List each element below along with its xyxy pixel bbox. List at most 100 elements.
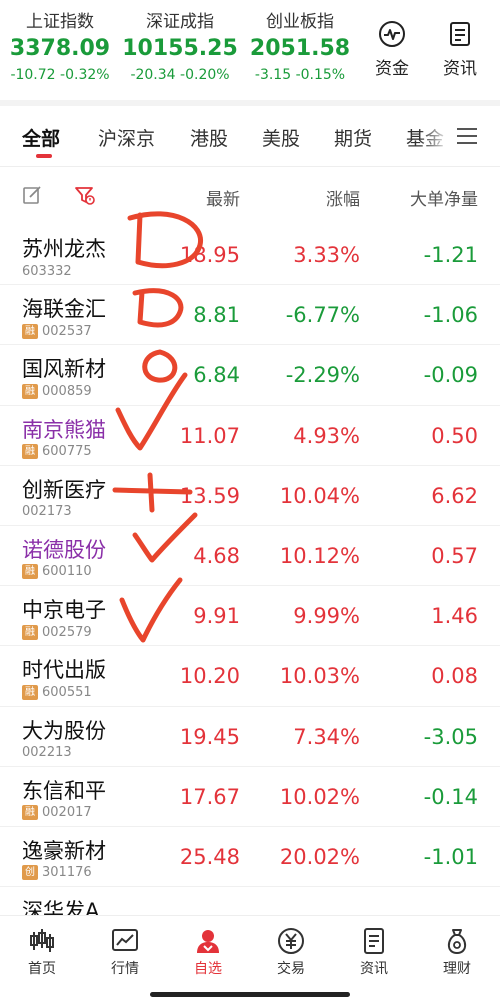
pulse-icon [379, 21, 405, 47]
stock-code: 002173 [22, 504, 72, 520]
tab-all[interactable]: 全部 [22, 124, 60, 151]
stock-row[interactable]: 创新医疗 002173 13.59 10.04% 6.62 [0, 466, 500, 526]
col-net-volume[interactable]: 大单净量 [410, 185, 478, 210]
stock-price: 4.68 [193, 543, 240, 568]
tab-hushenjing[interactable]: 沪深京 [98, 124, 155, 151]
stock-name: 深华发A [22, 899, 100, 915]
index-chinext[interactable]: 创业板指 2051.58 -3.15 -0.15% [240, 10, 360, 86]
stock-price: 11.07 [179, 423, 240, 448]
margin-tag: 融 [22, 624, 38, 640]
stock-price: 17.67 [179, 784, 240, 809]
col-latest[interactable]: 最新 [206, 185, 240, 210]
nav-home[interactable]: 首页 [2, 926, 82, 978]
person-icon [197, 930, 219, 953]
index-change: -20.34 -0.20% [130, 67, 230, 83]
stock-row[interactable]: 国风新材融 000859 6.84 -2.29% -0.09 [0, 345, 500, 406]
stock-row[interactable]: 海联金汇融 002537 8.81 -6.77% -1.06 [0, 285, 500, 346]
stock-name: 时代出版 [22, 658, 106, 683]
nav-wealth[interactable]: 理财 [417, 926, 497, 978]
stock-name: 中京电子 [22, 598, 106, 623]
stock-net-volume: -1.06 [423, 303, 478, 328]
stock-change: 4.93% [293, 423, 360, 448]
stock-code-wrap: 融 002579 [22, 624, 92, 640]
nav-label: 理财 [443, 961, 471, 977]
stock-change: 3.33% [293, 243, 360, 267]
stock-change: 9.99% [293, 604, 360, 629]
stock-row[interactable]: 逸豪新材创 301176 25.48 20.02% -1.01 [0, 827, 500, 888]
stock-change: -2.29% [285, 363, 360, 388]
stock-code-wrap: 603332 [22, 263, 72, 279]
index-name: 上证指数 [26, 12, 94, 32]
menu-icon[interactable] [455, 126, 479, 146]
stock-name: 国风新材 [22, 357, 106, 382]
stock-row[interactable]: 诺德股份融 600110 4.68 10.12% 0.57 [0, 526, 500, 587]
news-button[interactable]: 资讯 [430, 20, 490, 79]
index-shanghai[interactable]: 上证指数 3378.09 -10.72 -0.32% [0, 10, 120, 86]
stock-row[interactable]: 中京电子融 002579 9.91 9.99% 1.46 [0, 586, 500, 647]
index-name: 深证成指 [146, 12, 214, 32]
stock-change: 10.02% [279, 784, 360, 809]
index-shenzhen[interactable]: 深证成指 10155.25 -20.34 -0.20% [120, 10, 240, 86]
nav-news[interactable]: 资讯 [334, 926, 414, 978]
stock-row[interactable]: 大为股份 002213 19.45 7.34% -3.05 [0, 707, 500, 767]
stock-price: 25.48 [179, 844, 240, 869]
stock-net-volume: -0.09 [423, 363, 478, 388]
col-change[interactable]: 涨幅 [326, 185, 360, 210]
index-name: 创业板指 [266, 12, 334, 32]
nav-trade[interactable]: 交易 [251, 926, 331, 978]
funds-button[interactable]: 资金 [362, 20, 422, 79]
stock-row[interactable]: 南京熊猫融 600775 11.07 4.93% 0.50 [0, 406, 500, 466]
stock-net-volume: 6.62 [431, 483, 478, 508]
stock-code: 002017 [42, 805, 92, 821]
filter-icon[interactable] [74, 185, 96, 207]
stock-row[interactable]: 苏州龙杰 603332 18.95 3.33% -1.21 [0, 225, 500, 286]
stock-code-wrap: 融 600551 [22, 684, 92, 700]
index-bar: 上证指数 3378.09 -10.72 -0.32% 深证成指 10155.25… [0, 0, 500, 100]
margin-tag: 融 [22, 805, 38, 821]
nav-watchlist[interactable]: 自选 [168, 926, 248, 978]
stock-price: 9.91 [193, 604, 240, 629]
nav-market[interactable]: 行情 [85, 926, 165, 978]
stock-net-volume: 0.50 [431, 423, 478, 448]
stock-change: 10.03% [279, 664, 360, 689]
stock-code: 603332 [22, 263, 72, 279]
document-icon [450, 22, 470, 46]
stock-code-wrap: 融 000859 [22, 383, 92, 399]
stock-price: 19.45 [179, 724, 240, 749]
chart-icon [112, 929, 138, 951]
stock-row[interactable]: 深华发A [0, 887, 500, 915]
stock-net-volume: 1.46 [431, 604, 478, 629]
stock-row[interactable]: 时代出版融 600551 10.20 10.03% 0.08 [0, 646, 500, 707]
index-value: 3378.09 [9, 36, 111, 61]
stock-row[interactable]: 东信和平融 002017 17.67 10.02% -0.14 [0, 767, 500, 827]
stock-change: 10.12% [279, 543, 360, 568]
moneybag-icon [447, 929, 467, 955]
stock-code-wrap: 融 002537 [22, 323, 92, 339]
home-indicator[interactable] [150, 992, 350, 997]
stock-price: 18.95 [179, 243, 240, 267]
list-header: 最新 涨幅 大单净量 [0, 167, 500, 223]
index-change: -3.15 -0.15% [254, 67, 346, 83]
edit-icon[interactable] [22, 185, 42, 205]
margin-tag: 融 [22, 564, 38, 580]
margin-tag: 创 [22, 865, 38, 881]
stock-net-volume: 0.57 [431, 543, 478, 568]
news-label: 资讯 [443, 59, 477, 79]
tab-hk[interactable]: 港股 [190, 124, 228, 151]
stock-code: 301176 [42, 865, 92, 881]
stock-code-wrap: 融 600110 [22, 564, 92, 580]
stock-price: 10.20 [179, 664, 240, 689]
candlestick-icon [30, 929, 54, 952]
stock-name: 东信和平 [22, 778, 106, 803]
index-value: 2051.58 [249, 36, 351, 61]
stock-net-volume: -1.01 [423, 844, 478, 869]
stock-price: 6.84 [193, 363, 240, 388]
tab-us[interactable]: 美股 [262, 124, 300, 151]
stock-name: 大为股份 [22, 718, 106, 743]
market-tabs: 全部 沪深京 港股 美股 期货 基金 [0, 106, 500, 166]
nav-label: 资讯 [360, 961, 388, 977]
tab-futures[interactable]: 期货 [334, 124, 372, 151]
nav-label: 自选 [194, 961, 222, 977]
margin-tag: 融 [22, 444, 38, 460]
index-value: 10155.25 [122, 36, 238, 61]
